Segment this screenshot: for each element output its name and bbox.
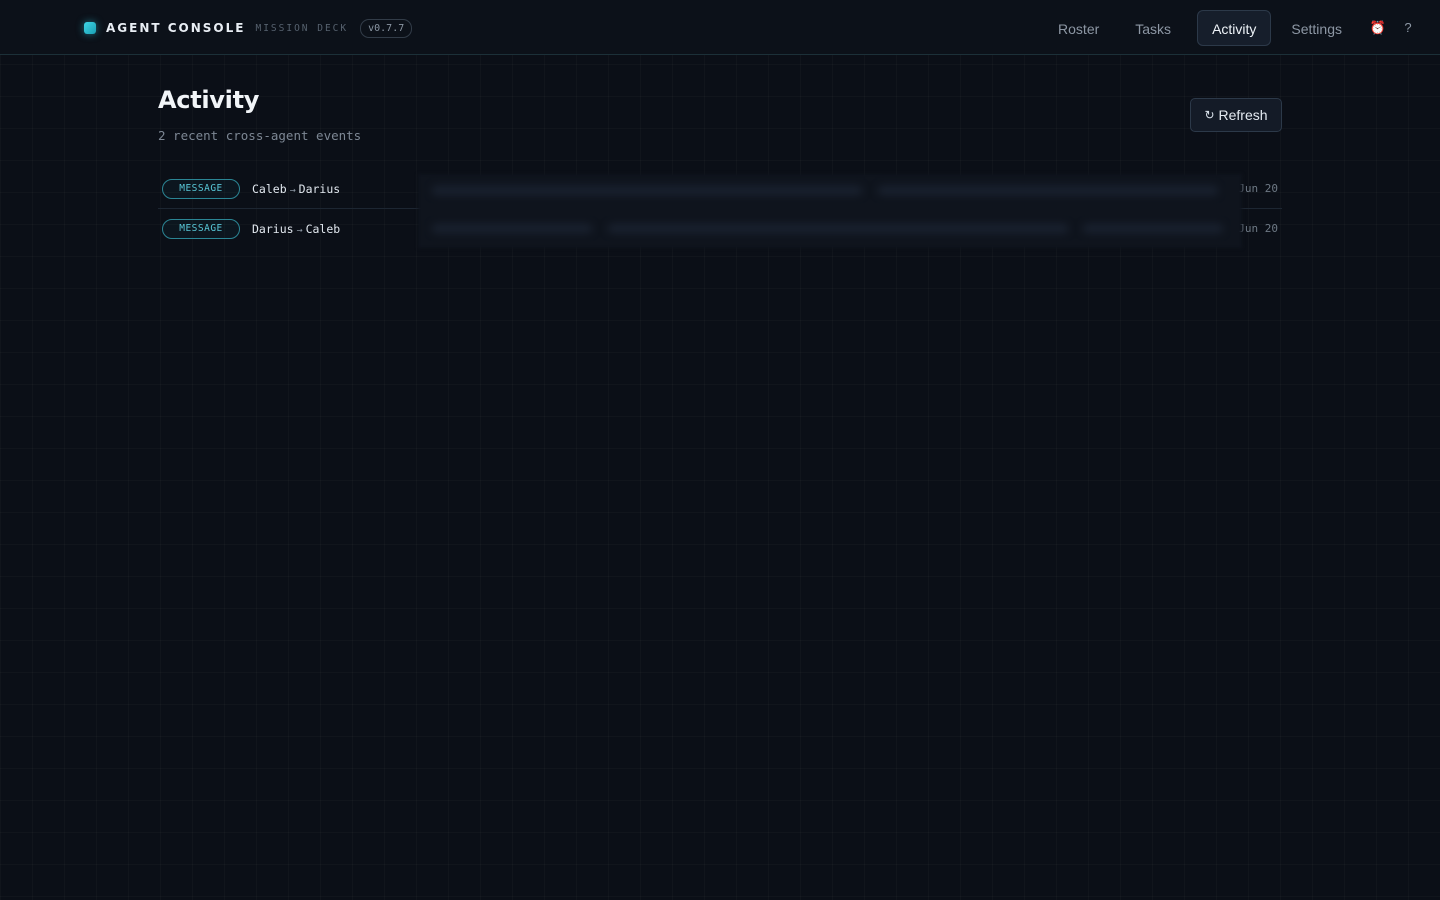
event-recipient: Darius (298, 181, 341, 196)
refresh-button[interactable]: ↻ Refresh (1190, 98, 1282, 132)
version-badge: v0.7.7 (360, 18, 413, 38)
page-title: Activity (158, 86, 260, 114)
event-sender: Caleb (252, 181, 287, 196)
page-subtitle: 2 recent cross-agent events (158, 128, 362, 143)
help-icon: ? (1404, 20, 1412, 35)
brand: AGENT CONSOLE MISSION DECK v0.7.7 (84, 17, 413, 39)
event-type-badge: MESSAGE (162, 218, 240, 239)
arrow-right-icon: → (296, 224, 303, 236)
nav-item-tasks[interactable]: Tasks (1120, 10, 1186, 46)
brand-logo-icon (84, 22, 96, 34)
event-participants: Darius → Caleb (252, 222, 340, 236)
app-subtitle: MISSION DECK (255, 22, 349, 34)
event-recipient: Caleb (305, 221, 341, 236)
event-date: Jun 20 (1238, 182, 1278, 195)
refresh-icon: ↻ (1204, 108, 1215, 122)
app-title: AGENT CONSOLE (106, 21, 246, 35)
main-nav: Roster Tasks Activity Settings ⏰ ? (1043, 9, 1440, 46)
event-row[interactable]: MESSAGE Caleb → Darius Jun 20 (158, 169, 1282, 208)
event-type-badge: MESSAGE (162, 178, 240, 199)
refresh-label: Refresh (1218, 107, 1268, 123)
event-sender: Darius (252, 221, 294, 236)
event-date: Jun 20 (1238, 222, 1278, 235)
nav-item-activity[interactable]: Activity (1197, 9, 1272, 46)
alarm-clock-icon: ⏰ (1369, 19, 1387, 35)
nav-item-roster[interactable]: Roster (1043, 10, 1114, 46)
event-row[interactable]: MESSAGE Darius → Caleb Jun 20 (158, 208, 1282, 248)
event-list: MESSAGE Caleb → Darius Jun 20 MESSAGE Dari… (158, 169, 1282, 248)
alarm-button[interactable]: ⏰ (1361, 10, 1395, 46)
help-button[interactable]: ? (1395, 10, 1421, 46)
nav-item-settings[interactable]: Settings (1276, 10, 1357, 46)
top-bar: AGENT CONSOLE MISSION DECK v0.7.7 Roster… (0, 0, 1440, 55)
arrow-right-icon: → (289, 184, 296, 196)
event-participants: Caleb → Darius (252, 182, 340, 196)
